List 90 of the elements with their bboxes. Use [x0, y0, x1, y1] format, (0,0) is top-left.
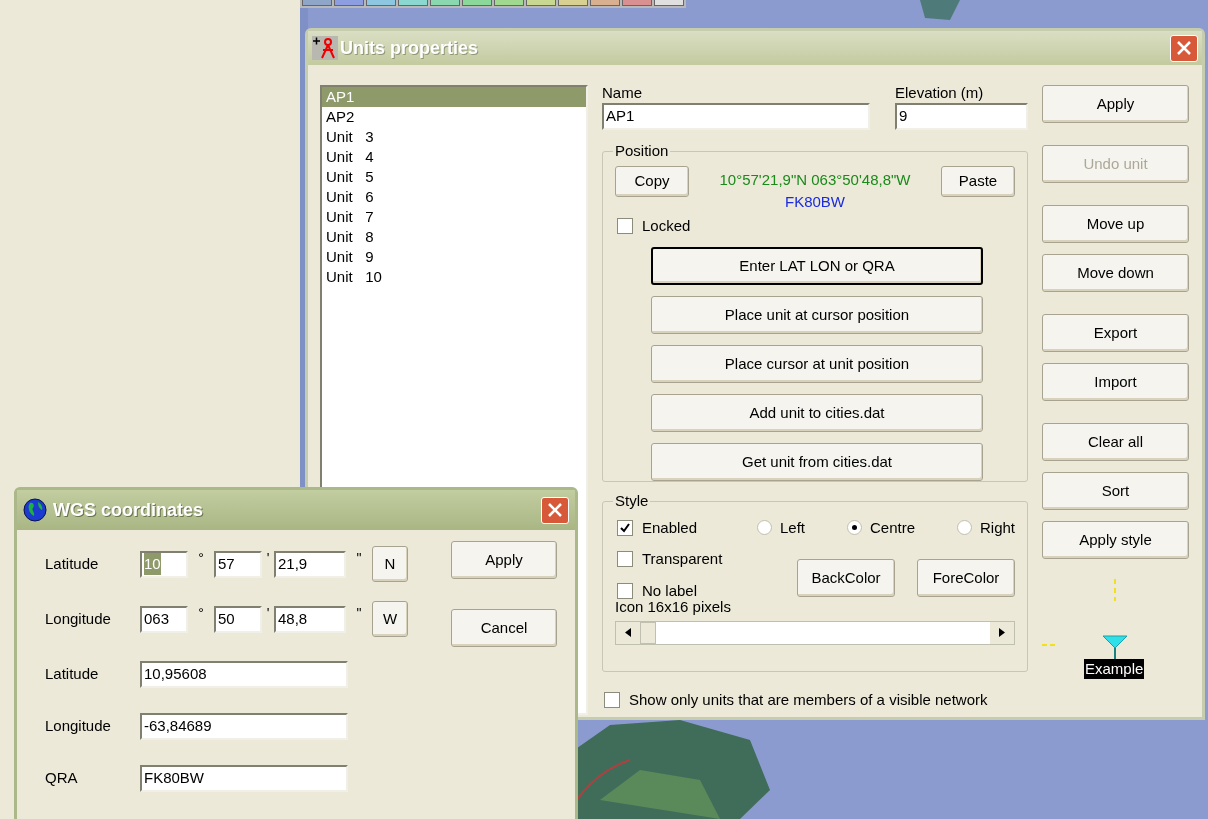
field-label: Latitude — [45, 553, 100, 574]
left-arrow-icon — [625, 628, 631, 637]
dialog-button[interactable]: Apply — [451, 541, 557, 579]
side-button[interactable]: Clear all — [1042, 423, 1189, 461]
list-item[interactable]: Unit 6 — [322, 187, 586, 207]
coordinates-text: 10°57'21,9"N 063°50'48,8"W — [719, 169, 911, 190]
radio-label: Centre — [870, 517, 915, 538]
scroll-thumb[interactable] — [640, 621, 656, 644]
hemisphere-button[interactable]: N — [372, 546, 408, 582]
side-button[interactable]: Apply style — [1042, 521, 1189, 559]
scroll-right-button[interactable] — [990, 621, 1014, 644]
side-button[interactable]: Export — [1042, 314, 1189, 352]
list-item[interactable]: Unit 10 — [322, 267, 586, 287]
elevation-field[interactable]: 9 — [895, 103, 1028, 130]
minutes-field[interactable]: 57 — [214, 550, 262, 578]
checkbox[interactable] — [617, 551, 633, 568]
field-label: Name — [602, 85, 643, 100]
checkbox-label: Transparent — [642, 549, 723, 569]
checkbox-label: Enabled — [642, 517, 698, 538]
field-label: QRA — [45, 767, 79, 788]
decimal-field[interactable]: FK80BW — [140, 764, 348, 792]
list-item[interactable]: Unit 3 — [322, 127, 586, 147]
window-title: WGS coordinates — [53, 498, 205, 522]
side-button[interactable]: Import — [1042, 363, 1189, 401]
checkbox[interactable] — [617, 217, 633, 234]
action-button[interactable]: Place unit at cursor position — [651, 296, 983, 334]
side-button[interactable]: Move up — [1042, 205, 1189, 243]
side-button[interactable]: Sort — [1042, 472, 1189, 510]
hemisphere-button[interactable]: W — [372, 601, 408, 637]
action-button[interactable]: Enter LAT LON or QRA — [651, 247, 983, 285]
seconds-field[interactable]: 48,8 — [274, 605, 346, 633]
group-title: Style — [614, 491, 650, 511]
qra-text: FK80BW — [785, 192, 845, 212]
list-item[interactable]: Unit 9 — [322, 247, 586, 267]
field-label: Latitude — [45, 663, 100, 684]
close-icon — [547, 502, 563, 518]
radio-button[interactable] — [757, 520, 772, 536]
action-button[interactable]: Add unit to cities.dat — [651, 394, 983, 432]
group-title: Position — [614, 141, 670, 161]
minute-mark: ' — [265, 549, 271, 568]
right-arrow-icon — [999, 628, 1005, 637]
side-button[interactable]: Move down — [1042, 254, 1189, 292]
list-item[interactable]: Unit 8 — [322, 227, 586, 247]
checkbox[interactable] — [617, 582, 633, 599]
list-item[interactable]: Unit 5 — [322, 167, 586, 187]
window-title: Units properties — [340, 36, 480, 60]
list-item[interactable]: Unit 4 — [322, 147, 586, 167]
decimal-field[interactable]: -63,84689 — [140, 712, 348, 740]
action-button[interactable]: Place cursor at unit position — [651, 345, 983, 383]
degree-mark: ° — [197, 549, 205, 568]
guide-line — [1114, 579, 1116, 601]
field-label: Longitude — [45, 715, 112, 736]
globe-icon — [23, 498, 47, 522]
close-button[interactable] — [1170, 34, 1198, 62]
minute-mark: ' — [265, 604, 271, 623]
field-label: Elevation (m) — [895, 85, 985, 100]
antenna-icon — [1102, 635, 1128, 659]
action-button[interactable]: Get unit from cities.dat — [651, 443, 983, 481]
close-icon — [1176, 40, 1192, 56]
color-button[interactable]: BackColor — [797, 559, 895, 597]
radio-button[interactable] — [956, 520, 972, 536]
minutes-field[interactable]: 50 — [214, 605, 262, 633]
degrees-field[interactable]: 063 — [140, 605, 188, 633]
checkbox[interactable] — [617, 519, 633, 536]
second-mark: " — [355, 604, 363, 623]
radio-button[interactable] — [847, 520, 862, 536]
name-field[interactable]: AP1 — [602, 103, 870, 130]
example-label: Example — [1084, 659, 1145, 679]
list-item[interactable]: Unit 7 — [322, 207, 586, 227]
field-label: Longitude — [45, 608, 112, 629]
copy-button[interactable]: Copy — [615, 165, 689, 197]
compass-icon — [312, 36, 338, 60]
checkbox-label: Show only units that are members of a visible network — [629, 690, 988, 710]
color-button[interactable]: ForeColor — [917, 559, 1015, 597]
side-button[interactable]: Apply — [1042, 85, 1189, 123]
second-mark: " — [355, 549, 363, 568]
guide-line — [1042, 644, 1058, 646]
checkbox-label: Locked — [642, 215, 691, 236]
icon-size-scrollbar[interactable] — [615, 620, 1015, 645]
close-button[interactable] — [541, 496, 569, 524]
scroll-left-button[interactable] — [616, 621, 640, 644]
paste-button[interactable]: Paste — [941, 165, 1015, 197]
radio-label: Left — [780, 517, 806, 538]
decimal-field[interactable]: 10,95608 — [140, 660, 348, 688]
list-item[interactable]: AP2 — [322, 107, 586, 127]
radio-label: Right — [979, 517, 1015, 538]
degree-mark: ° — [197, 604, 205, 623]
dialog-button[interactable]: Cancel — [451, 609, 557, 647]
seconds-field[interactable]: 21,9 — [274, 550, 346, 578]
checkbox[interactable] — [604, 692, 620, 709]
